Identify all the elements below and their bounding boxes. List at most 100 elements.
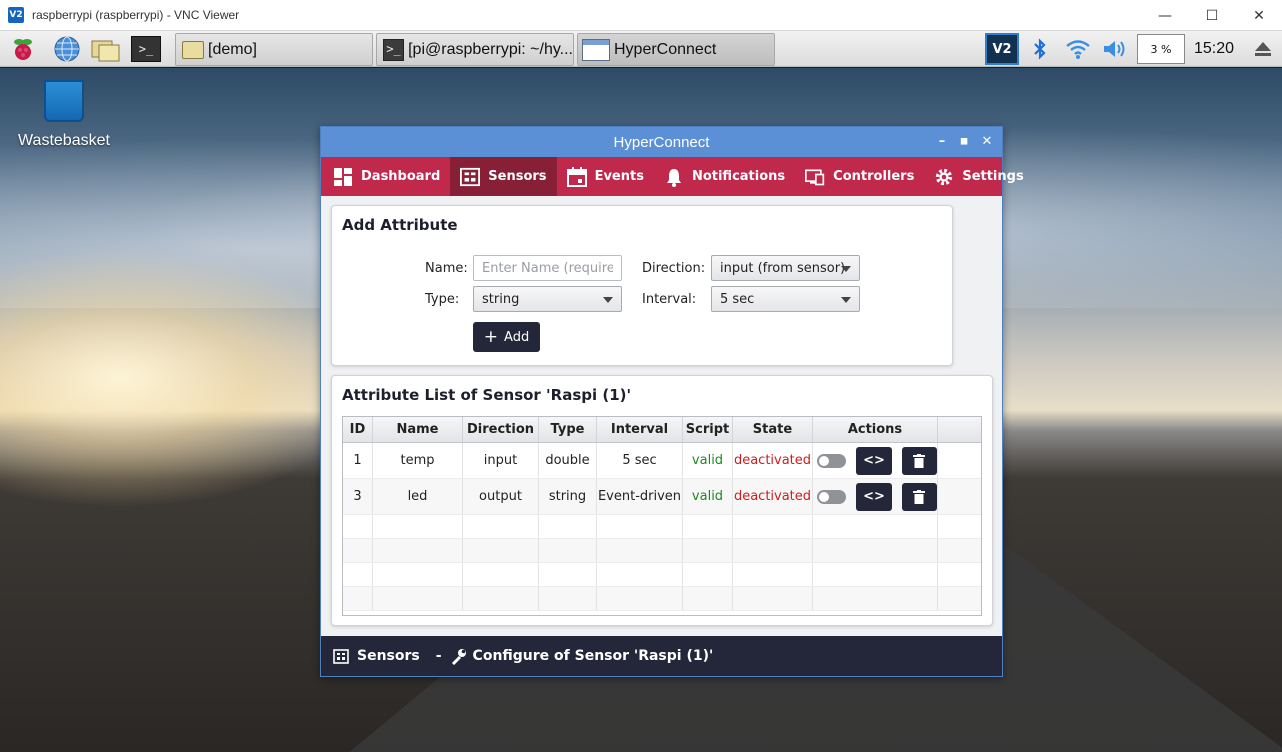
empty-row: [343, 563, 981, 587]
column-header[interactable]: State: [733, 417, 813, 442]
table-row[interactable]: 3 led output string Event-driven valid d…: [343, 479, 981, 515]
wastebasket-label: Wastebasket: [18, 132, 110, 149]
cell-interval: 5 sec: [597, 443, 683, 478]
column-header-filler: [938, 417, 981, 442]
column-header[interactable]: ID: [343, 417, 373, 442]
delete-button[interactable]: [901, 482, 937, 511]
tab-controllers[interactable]: Controllers: [795, 157, 924, 196]
vnc-window-title: raspberrypi (raspberrypi) - VNC Viewer: [32, 8, 240, 22]
type-select[interactable]: string: [473, 286, 622, 312]
hyperconnect-window: HyperConnect – ◼ ✕ Dashboard Sensors Eve…: [320, 126, 1024, 677]
breadcrumb-section[interactable]: Sensors: [357, 648, 420, 664]
bluetooth-icon[interactable]: [1025, 34, 1055, 64]
type-label: Type:: [425, 292, 460, 307]
interval-select-value: 5 sec: [720, 291, 755, 307]
task-label: [pi@raspberrypi: ~/hy...: [408, 40, 573, 58]
add-button[interactable]: + Add: [473, 322, 540, 352]
raspberry-menu-icon[interactable]: [8, 34, 38, 64]
terminal-icon[interactable]: >_: [131, 34, 161, 64]
eject-icon[interactable]: [1248, 34, 1278, 64]
tab-sensors[interactable]: Sensors: [450, 157, 557, 196]
table-header: ID Name Direction Type Interval Script S…: [343, 417, 981, 443]
empty-row: [343, 539, 981, 563]
wastebasket-shortcut[interactable]: Wastebasket: [18, 80, 110, 150]
app-close-button[interactable]: ✕: [978, 133, 996, 151]
volume-icon[interactable]: [1099, 34, 1129, 64]
app-title: HyperConnect: [613, 133, 710, 151]
calendar-icon: [566, 166, 587, 187]
activate-toggle[interactable]: [817, 453, 847, 468]
wifi-icon[interactable]: [1063, 34, 1093, 64]
app-titlebar: HyperConnect – ◼ ✕: [321, 127, 1002, 157]
taskbar: >_ [demo] >_ [pi@raspberrypi: ~/hy... Hy…: [0, 31, 1282, 67]
vnc-minimize-button[interactable]: —: [1142, 0, 1188, 31]
breadcrumb-separator: -: [435, 648, 442, 664]
interval-select[interactable]: 5 sec: [711, 286, 860, 312]
column-header[interactable]: Direction: [463, 417, 539, 442]
edit-script-button[interactable]: <>: [856, 482, 892, 511]
add-button-label: Add: [504, 329, 530, 345]
add-attribute-card: Add Attribute Name: Type: string Directi…: [331, 205, 953, 366]
sensors-icon: [333, 648, 349, 664]
vnc-close-button[interactable]: ✕: [1236, 0, 1282, 31]
column-header[interactable]: Actions: [813, 417, 938, 442]
cell-interval: Event-driven: [597, 479, 683, 514]
app-maximize-button[interactable]: ◼: [955, 133, 973, 151]
tab-settings[interactable]: Settings: [924, 157, 1033, 196]
delete-button[interactable]: [901, 446, 937, 475]
cell-direction: output: [463, 479, 539, 514]
tab-label: Settings: [962, 169, 1024, 184]
clock[interactable]: 15:20: [1194, 40, 1234, 58]
vnc-maximize-button[interactable]: ☐: [1189, 0, 1235, 31]
direction-select[interactable]: input (from sensor): [711, 255, 860, 281]
edit-script-button[interactable]: <>: [856, 446, 892, 475]
trash-icon: [913, 453, 926, 468]
cell-state: deactivated: [733, 443, 813, 478]
column-header[interactable]: Name: [373, 417, 463, 442]
tab-events[interactable]: Events: [557, 157, 654, 196]
vnc-server-icon[interactable]: V2: [985, 33, 1019, 65]
cell-type: string: [539, 479, 597, 514]
breadcrumb-page: Configure of Sensor 'Raspi (1)': [472, 648, 714, 664]
tab-label: Controllers: [833, 169, 915, 184]
attribute-list-card: Attribute List of Sensor 'Raspi (1)' ID …: [331, 375, 993, 626]
tab-notifications[interactable]: Notifications: [654, 157, 795, 196]
activate-toggle[interactable]: [817, 489, 847, 504]
table-row[interactable]: 1 temp input double 5 sec valid deactiva…: [343, 443, 981, 479]
direction-select-value: input (from sensor): [720, 260, 846, 276]
vnc-logo-icon: V2: [8, 7, 24, 23]
interval-label: Interval:: [642, 292, 697, 307]
cell-id: 3: [343, 479, 373, 514]
cell-name: led: [373, 479, 463, 514]
column-header[interactable]: Interval: [597, 417, 683, 442]
cell-filler: [938, 479, 981, 514]
tab-label: Notifications: [691, 169, 786, 184]
chevron-down-icon: [841, 297, 851, 303]
cell-actions: <>: [813, 443, 938, 478]
folder-icon: [182, 40, 204, 59]
task-label: HyperConnect: [614, 40, 717, 58]
file-manager-icon[interactable]: [91, 34, 121, 64]
task-demo-folder[interactable]: [demo]: [175, 33, 373, 66]
column-header[interactable]: Type: [539, 417, 597, 442]
sensors-icon: [460, 167, 481, 187]
chevron-down-icon: [841, 266, 851, 272]
terminal-icon: >_: [383, 38, 405, 61]
plus-icon: +: [483, 327, 499, 347]
main-nav: Dashboard Sensors Events Notifications C…: [321, 157, 1024, 196]
type-select-value: string: [482, 291, 520, 307]
add-attribute-title: Add Attribute: [342, 216, 458, 234]
status-breadcrumb: Sensors - Configure of Sensor 'Raspi (1)…: [321, 636, 1002, 676]
tab-dashboard[interactable]: Dashboard: [323, 157, 450, 196]
web-browser-icon[interactable]: [52, 34, 82, 64]
trash-icon: [913, 489, 926, 504]
cpu-usage-meter[interactable]: 3 %: [1137, 34, 1185, 64]
chevron-down-icon: [603, 297, 613, 303]
task-terminal[interactable]: >_ [pi@raspberrypi: ~/hy...: [376, 33, 574, 66]
vnc-titlebar: V2 raspberrypi (raspberrypi) - VNC Viewe…: [0, 0, 1282, 31]
task-hyperconnect[interactable]: HyperConnect: [577, 33, 775, 66]
column-header[interactable]: Script: [683, 417, 733, 442]
name-input[interactable]: [473, 255, 622, 281]
app-minimize-button[interactable]: –: [933, 133, 951, 151]
cell-script: valid: [683, 479, 733, 514]
